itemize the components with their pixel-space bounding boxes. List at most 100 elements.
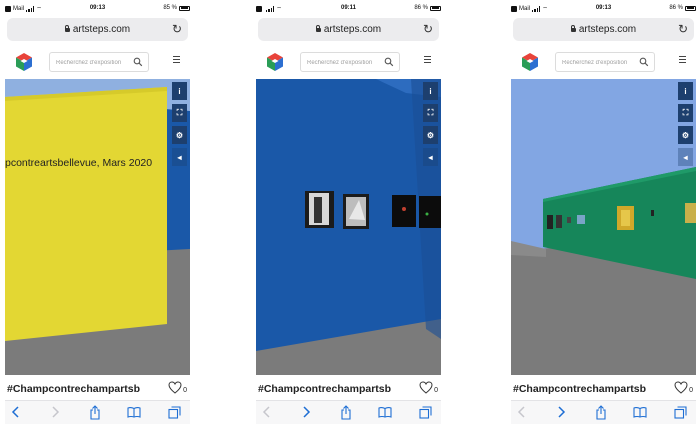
reload-icon[interactable]: ↻	[678, 22, 688, 36]
exhibition-title: #Champcontrechampartsb	[7, 383, 141, 395]
artwork-frame[interactable]	[419, 196, 441, 228]
forward-button[interactable]	[48, 405, 62, 419]
heart-icon[interactable]	[674, 381, 688, 394]
reload-icon[interactable]: ↻	[172, 22, 182, 36]
like-count: 0	[183, 387, 187, 394]
gallery-scene	[5, 79, 190, 375]
search-input[interactable]	[307, 58, 385, 68]
battery-icon	[179, 5, 190, 11]
artsteps-logo-icon[interactable]	[14, 52, 34, 72]
info-button[interactable]: i	[172, 82, 187, 100]
search-icon[interactable]	[133, 57, 143, 67]
bookmarks-button[interactable]	[378, 405, 392, 419]
settings-button[interactable]: ⚙	[423, 126, 438, 144]
battery-percent: 86 %	[414, 5, 428, 11]
url-text: artsteps.com	[323, 24, 382, 35]
tabs-button[interactable]	[167, 405, 181, 419]
search-input[interactable]	[562, 58, 640, 68]
back-button[interactable]	[260, 405, 274, 419]
battery-icon	[685, 5, 696, 11]
hamburger-menu-icon[interactable]	[679, 56, 686, 63]
site-header	[256, 50, 441, 76]
tabs-button[interactable]	[418, 405, 432, 419]
info-button[interactable]: i	[678, 82, 693, 100]
artsteps-logo-icon[interactable]	[265, 52, 285, 72]
address-bar[interactable]: artsteps.com ↻	[258, 18, 439, 41]
info-button[interactable]: i	[423, 82, 438, 100]
exhibition-3d-viewport[interactable]: i ⛶ ⚙ ◂	[511, 79, 696, 375]
settings-button[interactable]: ⚙	[678, 126, 693, 144]
tabs-icon	[167, 405, 181, 419]
search-input[interactable]	[56, 58, 134, 68]
safari-toolbar	[511, 400, 696, 424]
bookmarks-button[interactable]	[633, 405, 647, 419]
tabs-icon	[418, 405, 432, 419]
battery-icon	[430, 5, 441, 11]
search-icon[interactable]	[639, 57, 649, 67]
phone-screen-2: ⌔ 09:11 86 % artsteps.com ↻ Recherchez d…	[256, 0, 441, 427]
forward-button[interactable]	[299, 405, 313, 419]
artsteps-logo-icon[interactable]	[520, 52, 540, 72]
chevron-left-icon	[262, 406, 270, 418]
share-button[interactable]	[339, 404, 353, 420]
chevron-right-icon	[303, 406, 311, 418]
back-button[interactable]	[9, 405, 23, 419]
exhibition-3d-viewport[interactable]: pcontreartsbellevue, Mars 2020 i ⛶ ⚙ ◂	[5, 79, 190, 375]
exhibition-footer: #Champcontrechampartsb 0	[256, 381, 441, 399]
viewer-controls: i ⛶ ⚙ ◂	[172, 82, 187, 166]
chevron-left-icon	[517, 406, 525, 418]
hamburger-menu-icon[interactable]	[424, 56, 431, 63]
artwork-frame[interactable]	[547, 215, 553, 229]
lock-icon	[64, 25, 70, 32]
phone-screen-3: Mail ⌔ 09:13 86 % artsteps.com ↻ Recherc…	[511, 0, 696, 427]
back-button[interactable]	[515, 405, 529, 419]
share-icon	[90, 404, 100, 420]
fullscreen-button[interactable]: ⛶	[678, 104, 693, 122]
tabs-button[interactable]	[673, 405, 687, 419]
search-box	[300, 52, 400, 72]
fullscreen-button[interactable]: ⛶	[172, 104, 187, 122]
chevron-right-icon	[558, 406, 566, 418]
share-icon	[596, 404, 606, 420]
reload-icon[interactable]: ↻	[423, 22, 433, 36]
viewer-controls: i ⛶ ⚙ ◂	[423, 82, 438, 166]
chevron-left-icon	[11, 406, 19, 418]
heart-icon[interactable]	[419, 381, 433, 394]
status-bar: Mail ⌔ 09:13 85 %	[5, 4, 190, 14]
search-box	[49, 52, 149, 72]
hamburger-menu-icon[interactable]	[173, 56, 180, 63]
exhibition-footer: #Champcontrechampartsb 0	[511, 381, 696, 399]
fullscreen-button[interactable]: ⛶	[423, 104, 438, 122]
address-bar[interactable]: artsteps.com ↻	[7, 18, 188, 41]
chevron-right-icon	[52, 406, 60, 418]
exhibition-title: #Champcontrechampartsb	[258, 383, 392, 395]
safari-toolbar	[256, 400, 441, 424]
settings-button[interactable]: ⚙	[172, 126, 187, 144]
forward-button[interactable]	[554, 405, 568, 419]
exhibition-3d-viewport[interactable]: i ⛶ ⚙ ◂	[256, 79, 441, 375]
phone-screen-1: Mail ⌔ 09:13 85 % artsteps.com ↻ Recherc…	[5, 0, 190, 427]
artwork-frame[interactable]	[567, 217, 571, 223]
artwork-frame[interactable]	[556, 215, 562, 228]
sound-button[interactable]: ◂	[172, 148, 187, 166]
wall-text: pcontreartsbellevue, Mars 2020	[5, 157, 153, 169]
status-time: 09:13	[595, 5, 612, 11]
artwork-frame[interactable]	[577, 215, 585, 224]
battery-percent: 85 %	[163, 5, 177, 11]
share-button[interactable]	[594, 404, 608, 420]
url-text: artsteps.com	[72, 24, 131, 35]
gallery-scene	[511, 79, 696, 375]
bookmarks-button[interactable]	[127, 405, 141, 419]
artwork-frame[interactable]	[685, 203, 696, 223]
share-icon	[341, 404, 351, 420]
heart-icon[interactable]	[168, 381, 182, 394]
artwork-frame[interactable]	[651, 210, 654, 216]
exhibition-footer: #Champcontrechampartsb 0	[5, 381, 190, 399]
sound-button[interactable]: ◂	[423, 148, 438, 166]
gallery-scene	[256, 79, 441, 375]
address-bar[interactable]: artsteps.com ↻	[513, 18, 694, 41]
search-icon[interactable]	[384, 57, 394, 67]
share-button[interactable]	[88, 404, 102, 420]
like-count: 0	[434, 387, 438, 394]
sound-button[interactable]: ◂	[678, 148, 693, 166]
